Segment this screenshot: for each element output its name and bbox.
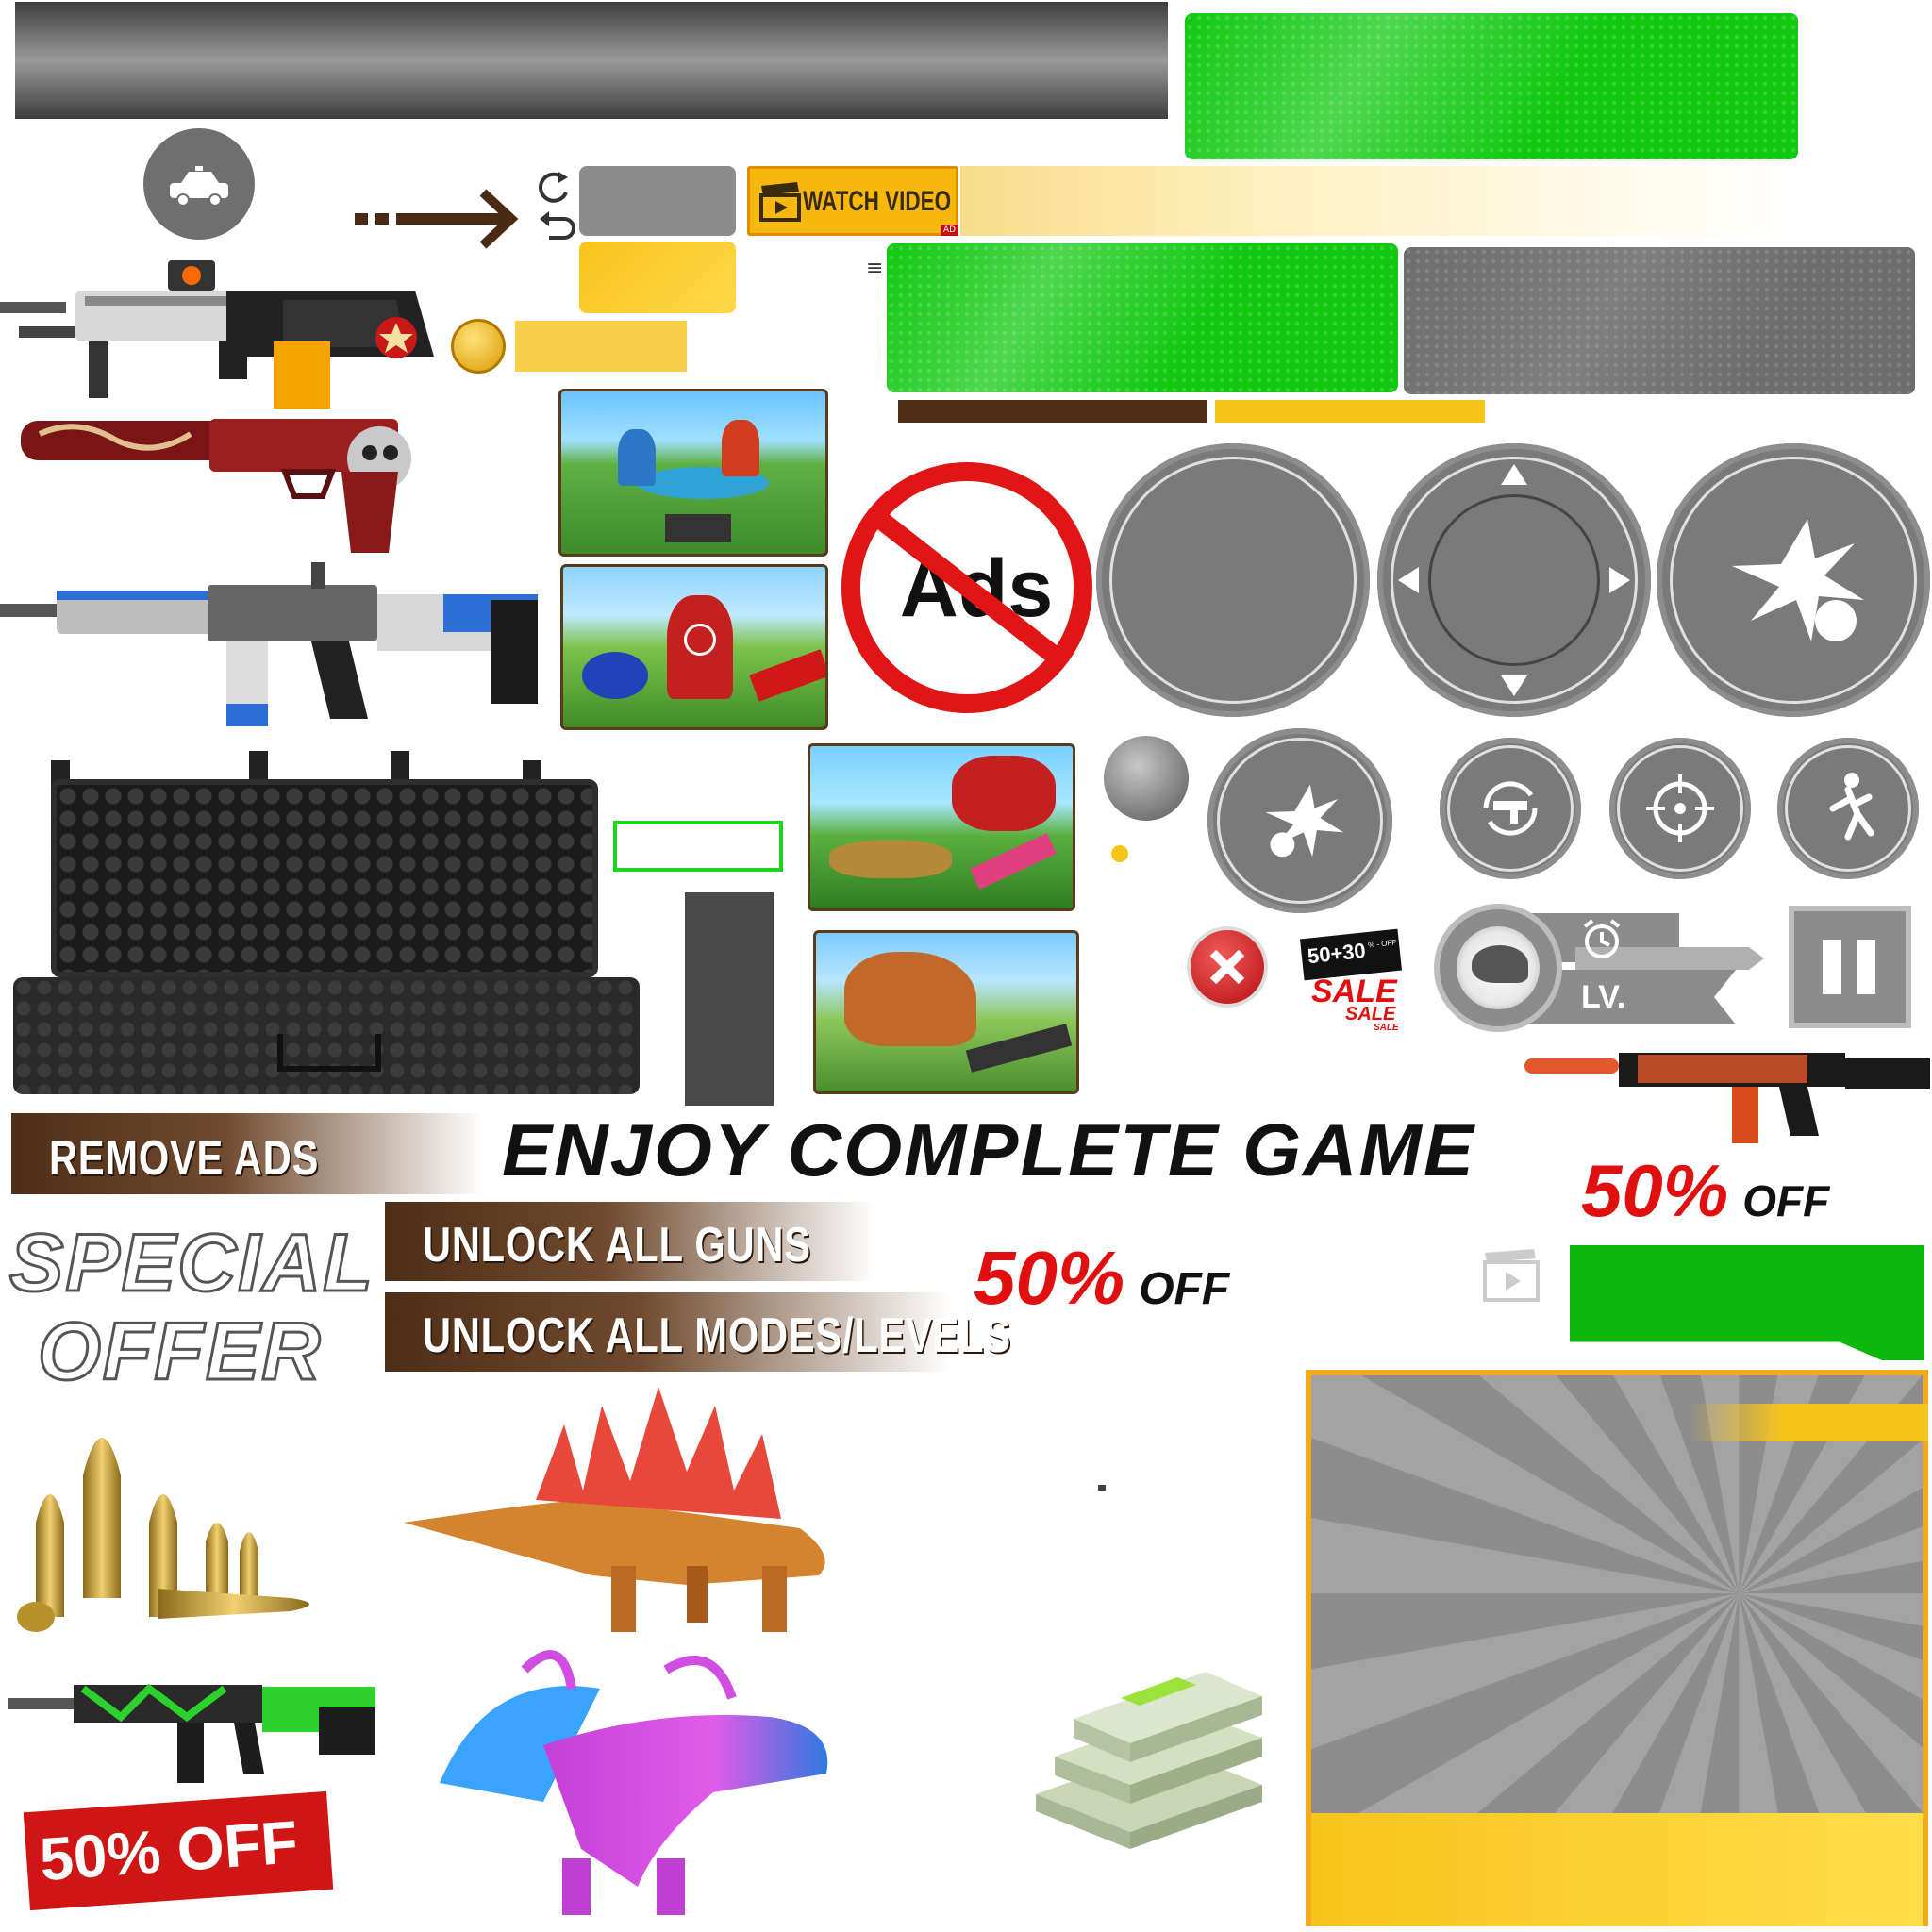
- unlock-guns-banner[interactable]: UNLOCK ALL GUNS: [385, 1202, 875, 1281]
- discount-center-pct: 50%: [974, 1236, 1125, 1320]
- top-green-panel[interactable]: [1185, 13, 1798, 159]
- joystick-pad[interactable]: [1377, 443, 1651, 717]
- special-label: SPECIAL: [8, 1217, 375, 1310]
- aim-button[interactable]: [1609, 738, 1751, 879]
- thumbnail-trex[interactable]: [813, 930, 1079, 1094]
- stegosaurus-image: [404, 1387, 825, 1632]
- yellow-progress-bar: [1215, 400, 1485, 423]
- green-panel-mid[interactable]: [887, 243, 1398, 392]
- police-car-icon: [170, 166, 228, 207]
- discount-right-off: OFF: [1742, 1176, 1830, 1225]
- dragon-image: [440, 1650, 828, 1915]
- big-circle-button-blank[interactable]: [1096, 443, 1370, 717]
- top-grey-bar: [15, 2, 1168, 119]
- clapperboard-icon: [759, 182, 801, 222]
- video-icon[interactable]: [1481, 1243, 1541, 1304]
- discount-center: 50% OFF: [974, 1238, 1332, 1319]
- grey-tile: [579, 166, 736, 236]
- rifle-m4-blue-image: [0, 562, 538, 726]
- yellow-tile: [579, 242, 736, 313]
- popup-frame: [1306, 1370, 1928, 1926]
- brown-progress-bar: [898, 400, 1208, 423]
- close-button[interactable]: [1187, 926, 1268, 1008]
- unlock-modes-label: UNLOCK ALL MODES/LEVELS: [423, 1308, 1011, 1363]
- thumbnail-dino-croc[interactable]: [808, 743, 1075, 911]
- sale-word-3: SALE: [1374, 1023, 1399, 1033]
- yellow-dot: [1111, 845, 1128, 862]
- enjoy-complete-game-title: ENJOY COMPLETE GAME: [502, 1108, 1475, 1191]
- coin-icon: [451, 319, 506, 374]
- discount-center-off: OFF: [1139, 1264, 1230, 1314]
- explosion-icon: [1732, 519, 1864, 641]
- thumbnail-dino-park[interactable]: [558, 389, 828, 557]
- rifle-green-image: [8, 1683, 375, 1783]
- weapon-case-image: [13, 751, 640, 1094]
- alarm-clock-icon: [1583, 919, 1621, 958]
- sale-sticker: 50+30 % - OFF SALE SALE SALE: [1299, 928, 1404, 1038]
- menu-glyph: ≡: [866, 257, 884, 280]
- special-offer-title: SPECIAL OFFER: [8, 1217, 387, 1406]
- yellow-glow-strip: [960, 166, 1790, 236]
- popup-yellow-tab: [1689, 1404, 1928, 1441]
- undo-icon[interactable]: [536, 206, 577, 243]
- crosshair-icon: [1646, 774, 1714, 842]
- watch-video-label: WATCH VIDEO: [803, 186, 952, 217]
- discount-stamp: 50% OFF: [23, 1790, 334, 1911]
- dino-avatar: [1434, 904, 1562, 1032]
- ad-badge: AD: [940, 225, 958, 236]
- rifle-m4-red-image: [1524, 1053, 1930, 1143]
- coin-amount-bar: [515, 321, 687, 372]
- remove-ads-label: REMOVE ADS: [49, 1131, 320, 1186]
- no-ads-sign[interactable]: Ads: [841, 462, 1092, 713]
- reload-gun-button[interactable]: [1440, 738, 1581, 879]
- police-car-button[interactable]: [143, 128, 255, 240]
- level-label: LV.: [1581, 979, 1626, 1015]
- dpad-right-icon: [1609, 567, 1630, 593]
- discount-right: 50% OFF: [1581, 1153, 1921, 1228]
- discount-right-pct: 50%: [1581, 1149, 1729, 1232]
- bullets-image: [17, 1438, 309, 1632]
- money-stack-image: [1036, 1672, 1262, 1849]
- stray-dot: [1098, 1485, 1106, 1491]
- explosion-icon: [1265, 784, 1344, 858]
- watch-video-button[interactable]: WATCH VIDEO AD: [747, 166, 958, 236]
- close-icon: [1209, 949, 1245, 985]
- reload-gun-icon: [1483, 781, 1538, 836]
- pause-icon: [1823, 940, 1875, 994]
- grey-sphere: [1104, 736, 1189, 821]
- unlock-modes-banner[interactable]: UNLOCK ALL MODES/LEVELS: [385, 1292, 1010, 1372]
- pause-button[interactable]: [1789, 906, 1911, 1028]
- jump-icon: [1829, 773, 1874, 841]
- level-badge: LV.: [1434, 904, 1770, 1036]
- joystick-inner: [1428, 494, 1600, 666]
- remove-ads-banner[interactable]: REMOVE ADS: [11, 1113, 483, 1194]
- dpad-left-icon: [1398, 567, 1419, 593]
- grenade-button[interactable]: [1208, 728, 1392, 913]
- grey-panel-mid[interactable]: [1404, 247, 1915, 394]
- dpad-up-icon: [1501, 464, 1527, 485]
- thumbnail-dino-target[interactable]: [560, 564, 828, 730]
- unlock-guns-label: UNLOCK ALL GUNS: [423, 1218, 811, 1273]
- pistol-image: [21, 419, 411, 553]
- grenade-button-large[interactable]: [1657, 443, 1930, 717]
- jump-button[interactable]: [1777, 738, 1919, 879]
- offer-label: OFFER: [36, 1306, 323, 1399]
- dark-vertical-bar: [685, 892, 774, 1106]
- popup-yellow-footer: [1311, 1813, 1923, 1926]
- refresh-icon[interactable]: [534, 170, 575, 206]
- green-speech-panel[interactable]: [1570, 1245, 1924, 1360]
- discount-stamp-label: 50% OFF: [37, 1807, 300, 1894]
- dpad-down-icon: [1501, 675, 1527, 696]
- rifle-aug-image: [0, 260, 434, 409]
